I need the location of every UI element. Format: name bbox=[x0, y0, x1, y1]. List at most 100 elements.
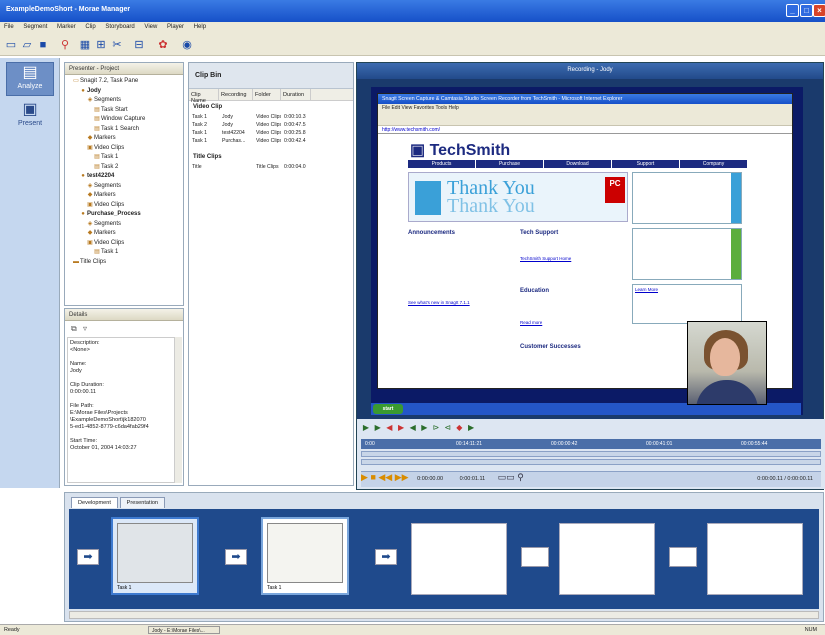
tree-item[interactable]: ● test42204 bbox=[65, 172, 183, 182]
tree-item[interactable]: ◆ Markers bbox=[65, 134, 183, 144]
tree-item[interactable]: ▤Task Start bbox=[65, 106, 183, 116]
transition-arrow-icon[interactable]: ➡ bbox=[77, 549, 99, 565]
mode-navigation: ▤ Analyze ▣ Present bbox=[0, 58, 60, 488]
empty-transition-slot[interactable] bbox=[669, 547, 697, 567]
clip-row[interactable]: Title Title Clips 0:00:04.0 bbox=[189, 163, 353, 171]
site-nav-company: Company bbox=[680, 160, 748, 168]
status-num: NUM bbox=[804, 627, 817, 633]
tree-item[interactable]: ▤Window Capture bbox=[65, 115, 183, 125]
mark-out-icon[interactable]: ▶ bbox=[396, 423, 406, 432]
transition-arrow-icon[interactable]: ➡ bbox=[225, 549, 247, 565]
stop-icon[interactable]: ■ bbox=[370, 472, 375, 482]
present-mode-button[interactable]: ▣ Present bbox=[6, 100, 54, 134]
new-icon[interactable]: ▭ bbox=[4, 38, 18, 52]
tree-item[interactable]: ◆ Markers bbox=[65, 229, 183, 239]
tree-item[interactable]: ▭Snagit 7.2, Task Pane bbox=[65, 77, 183, 87]
menu-storyboard[interactable]: Storyboard bbox=[105, 24, 134, 30]
tab-presentation[interactable]: Presentation bbox=[119, 497, 166, 508]
recorded-address-bar: http://www.techsmith.com/ bbox=[378, 126, 792, 134]
analyze-mode-button[interactable]: ▤ Analyze bbox=[6, 62, 54, 96]
tree-item[interactable]: ◈ Segments bbox=[65, 182, 183, 192]
detail-line: Description: bbox=[70, 340, 100, 346]
tree-item[interactable]: ▣Video Clips bbox=[65, 144, 183, 154]
tree-item[interactable]: ▤Task 1 bbox=[65, 153, 183, 163]
tab-development[interactable]: Development bbox=[71, 497, 118, 508]
play-segment-icon[interactable]: ▶ bbox=[361, 423, 371, 432]
rewind-icon[interactable]: ◀◀ bbox=[378, 472, 392, 482]
tree-item[interactable]: ◈ Segments bbox=[65, 220, 183, 230]
empty-transition-slot[interactable] bbox=[521, 547, 549, 567]
layout-icon[interactable]: ⊞ bbox=[94, 38, 108, 52]
menu-marker[interactable]: Marker bbox=[57, 24, 76, 30]
step-forward-icon[interactable]: ▶ bbox=[419, 423, 429, 432]
see-whats-new-link: See what's new in SnagIt 7.1.1 bbox=[408, 300, 470, 305]
add-marker-icon[interactable]: ▶ bbox=[373, 423, 383, 432]
segment-start-icon[interactable]: ⊳ bbox=[431, 423, 441, 432]
empty-clip-slot[interactable] bbox=[411, 523, 507, 595]
step-back-icon[interactable]: ◀ bbox=[408, 423, 418, 432]
view-mode-icon[interactable]: ▭▭ bbox=[498, 472, 515, 482]
save-icon[interactable]: ■ bbox=[36, 38, 50, 52]
segment-end-icon[interactable]: ⊲ bbox=[443, 423, 453, 432]
status-bar: Ready Jody - E:\Morae Files\... NUM bbox=[0, 624, 825, 635]
menu-file[interactable]: File bbox=[4, 24, 14, 30]
column-duration[interactable]: Duration bbox=[281, 89, 311, 100]
tree-item[interactable]: ▤Task 1 bbox=[65, 248, 183, 258]
storyboard-clip[interactable]: Task 1 bbox=[111, 517, 199, 595]
timeline-track-audio[interactable] bbox=[361, 459, 821, 465]
tree-item[interactable]: ▤Task 2 bbox=[65, 163, 183, 173]
open-icon[interactable]: ▱ bbox=[20, 38, 34, 52]
project-panel: Presenter - Project ▭Snagit 7.2, Task Pa… bbox=[64, 62, 184, 306]
zoom-icon[interactable]: ⚲ bbox=[517, 472, 524, 482]
column-clip-name[interactable]: Clip Name bbox=[189, 89, 219, 104]
menu-segment[interactable]: Segment bbox=[23, 24, 47, 30]
menu-help[interactable]: Help bbox=[194, 24, 206, 30]
play-icon[interactable]: ▶ bbox=[361, 472, 368, 482]
minimize-button[interactable]: _ bbox=[786, 4, 799, 17]
tree-item[interactable]: ▣Video Clips bbox=[65, 201, 183, 211]
tree-item[interactable]: ◆ Markers bbox=[65, 191, 183, 201]
tree-item[interactable]: ▤Task 1 Search bbox=[65, 125, 183, 135]
mark-in-icon[interactable]: ◀ bbox=[384, 423, 394, 432]
segment-icon: ◈ bbox=[87, 97, 93, 103]
clip-row[interactable]: Task 1 test42204 Video Clips 0:00:25.8 bbox=[189, 129, 353, 137]
scissors-icon[interactable]: ✂ bbox=[110, 38, 124, 52]
storyboard-icon[interactable]: ⊟ bbox=[132, 38, 146, 52]
menu-view[interactable]: View bbox=[144, 24, 157, 30]
next-marker-icon[interactable]: ▶ bbox=[466, 423, 476, 432]
help-icon[interactable]: ◉ bbox=[180, 38, 194, 52]
timeline-ruler[interactable]: 0:00 00:14:11:21 00:00:00:42 00:00:41:01… bbox=[361, 439, 821, 449]
clip-group-header[interactable]: Video Clip bbox=[189, 101, 353, 113]
grid-icon[interactable]: ▦ bbox=[78, 38, 92, 52]
storyboard-scrollbar[interactable] bbox=[69, 611, 819, 619]
maximize-button[interactable]: □ bbox=[800, 4, 813, 17]
tree-item[interactable]: ◈ Segments bbox=[65, 96, 183, 106]
clip-row[interactable]: Task 1 Jody Video Clips 0:00:10.3 bbox=[189, 113, 353, 121]
details-scrollbar[interactable] bbox=[174, 337, 182, 483]
tech-support-link: TechSmith Support Home bbox=[520, 256, 572, 261]
empty-clip-slot[interactable] bbox=[707, 523, 803, 595]
fast-forward-icon[interactable]: ▶▶ bbox=[395, 472, 409, 482]
timeline-track-video[interactable] bbox=[361, 451, 821, 457]
export-icon[interactable]: ✿ bbox=[156, 38, 170, 52]
tree-item[interactable]: ▬Title Clips bbox=[65, 258, 183, 268]
tree-item[interactable]: ● Purchase_Process bbox=[65, 210, 183, 220]
clip-group-header[interactable]: Title Clips bbox=[189, 151, 353, 163]
menu-clip[interactable]: Clip bbox=[85, 24, 95, 30]
properties-icon[interactable]: ⧉ bbox=[71, 324, 77, 333]
clear-icon[interactable]: ▿ bbox=[83, 324, 87, 333]
empty-clip-slot[interactable] bbox=[559, 523, 655, 595]
tree-item-label: Task 1 bbox=[101, 249, 119, 255]
clip-icon[interactable]: ◆ bbox=[454, 423, 464, 432]
column-folder[interactable]: Folder bbox=[253, 89, 281, 100]
menu-player[interactable]: Player bbox=[167, 24, 184, 30]
search-icon[interactable]: ⚲ bbox=[58, 38, 72, 52]
close-button[interactable]: × bbox=[813, 4, 825, 17]
tree-item[interactable]: ▣Video Clips bbox=[65, 239, 183, 249]
tree-item[interactable]: ● Jody bbox=[65, 87, 183, 97]
clip-row[interactable]: Task 2 Jody Video Clips 0:00:47.5 bbox=[189, 121, 353, 129]
transition-arrow-icon[interactable]: ➡ bbox=[375, 549, 397, 565]
clip-row[interactable]: Task 1 Purchas... Video Clips 0:00:42.4 bbox=[189, 137, 353, 145]
storyboard-clip[interactable]: Task 1 bbox=[261, 517, 349, 595]
column-recording[interactable]: Recording bbox=[219, 89, 253, 100]
